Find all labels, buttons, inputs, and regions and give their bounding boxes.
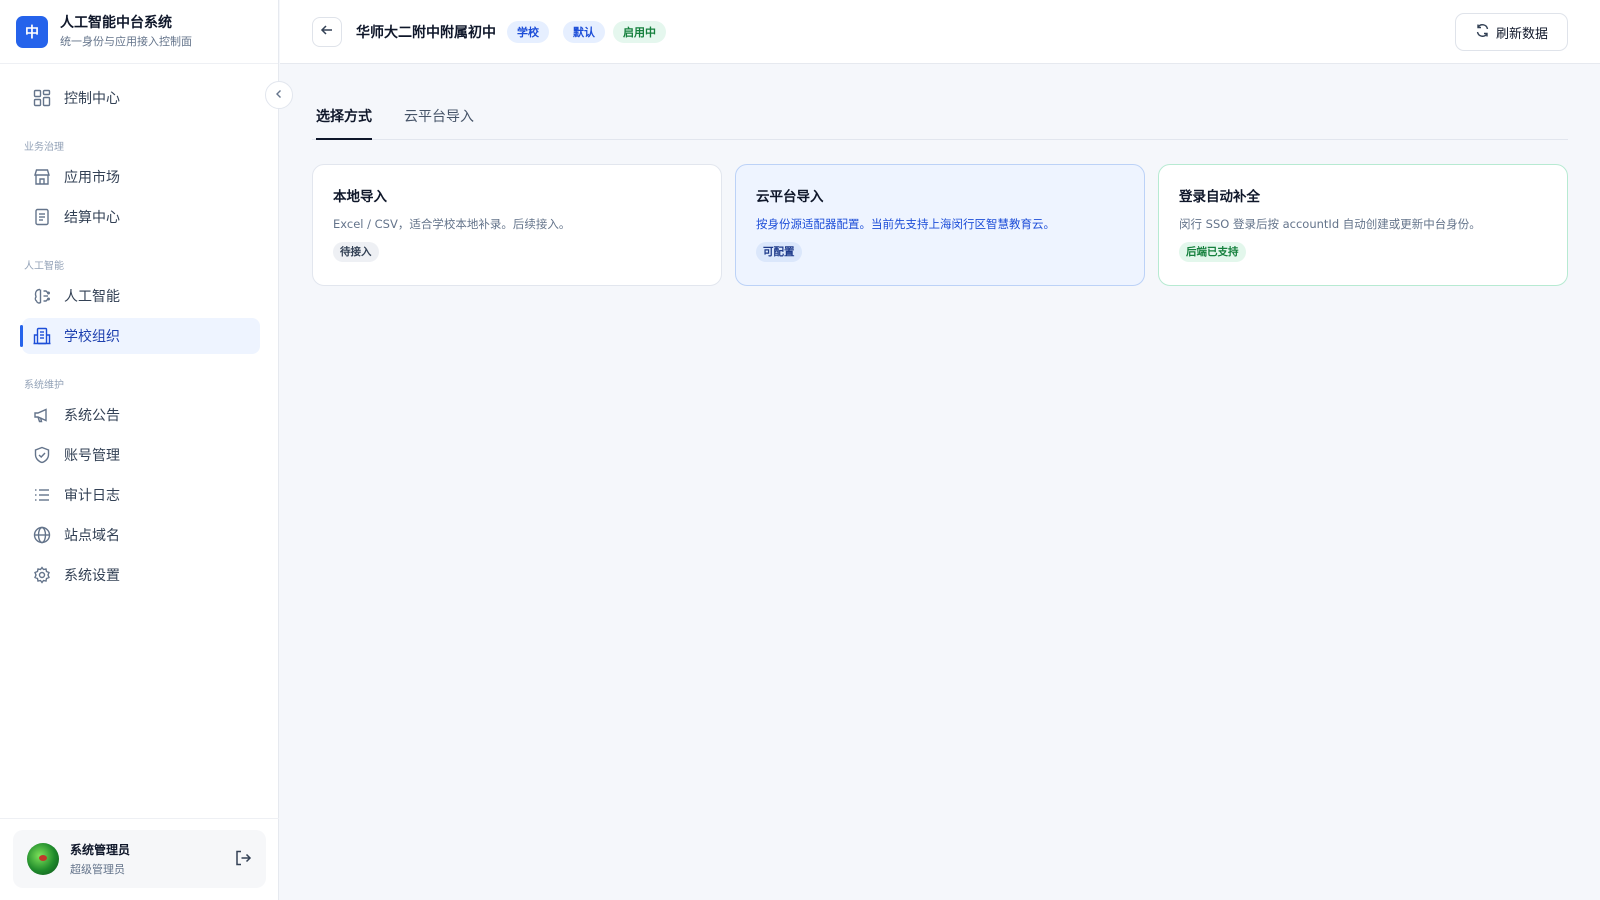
sidebar-item-label: 学校组织 <box>64 329 120 345</box>
building-icon <box>32 326 52 346</box>
shield-icon <box>32 445 52 465</box>
card-description: 按身份源适配器配置。当前先支持上海闵行区智慧教育云。 <box>756 217 1055 231</box>
nav-group-business: 业务治理 <box>24 142 64 153</box>
sidebar-divider <box>0 818 279 819</box>
avatar[interactable] <box>27 843 59 875</box>
sidebar-item-label: 审计日志 <box>64 488 120 504</box>
user-text: 系统管理员 超级管理员 <box>70 841 130 877</box>
sidebar-item-label: 控制中心 <box>64 91 120 107</box>
card-status-tag: 待接入 <box>333 242 379 262</box>
sidebar-item-settings[interactable]: 系统设置 <box>22 557 260 593</box>
user-card: 系统管理员 超级管理员 <box>13 830 266 888</box>
topbar: 华师大二附中附属初中 学校 默认 启用中 刷新数据 <box>280 0 1600 64</box>
card-status-tag: 后端已支持 <box>1179 242 1246 262</box>
brain-icon <box>32 286 52 306</box>
app-subtitle: 统一身份与应用接入控制面 <box>60 35 192 48</box>
megaphone-icon <box>32 405 52 425</box>
card-local-import[interactable]: 本地导入 Excel / CSV，适合学校本地补录。后续接入。 待接入 <box>312 164 722 286</box>
sidebar-item-label: 系统设置 <box>64 568 120 584</box>
app-title: 人工智能中台系统 <box>60 15 172 31</box>
tab-bar: 选择方式 云平台导入 <box>312 100 1568 140</box>
sidebar-item-school-org[interactable]: 学校组织 <box>20 318 260 354</box>
sidebar-item-accounts[interactable]: 账号管理 <box>22 437 260 473</box>
card-description: 闵行 SSO 登录后按 accountId 自动创建或更新中台身份。 <box>1179 217 1481 231</box>
type-badge: 学校 <box>507 21 549 43</box>
card-title: 本地导入 <box>333 189 387 205</box>
sidebar: 中 人工智能中台系统 统一身份与应用接入控制面 控制中心 业务治理 应用市场 结… <box>0 0 279 900</box>
card-title: 云平台导入 <box>756 189 824 205</box>
globe-icon <box>32 525 52 545</box>
chevron-left-icon <box>274 87 284 103</box>
card-title: 登录自动补全 <box>1179 189 1260 205</box>
sidebar-item-announcements[interactable]: 系统公告 <box>22 397 260 433</box>
sidebar-item-label: 结算中心 <box>64 210 120 226</box>
document-icon <box>32 207 52 227</box>
card-auto-complete[interactable]: 登录自动补全 闵行 SSO 登录后按 accountId 自动创建或更新中台身份… <box>1158 164 1568 286</box>
default-badge: 默认 <box>563 21 605 43</box>
card-description: Excel / CSV，适合学校本地补录。后续接入。 <box>333 217 571 231</box>
user-role: 超级管理员 <box>70 863 125 876</box>
tab-cloud-import[interactable]: 云平台导入 <box>404 106 474 140</box>
back-button[interactable] <box>312 17 342 47</box>
sidebar-item-billing[interactable]: 结算中心 <box>22 199 260 235</box>
refresh-icon <box>1475 23 1490 42</box>
user-name: 系统管理员 <box>70 843 131 857</box>
sidebar-item-app-market[interactable]: 应用市场 <box>22 159 260 195</box>
collapse-sidebar-button[interactable] <box>265 81 293 109</box>
brand-logo: 中 <box>16 15 48 48</box>
gear-icon <box>32 565 52 585</box>
sidebar-item-label: 人工智能 <box>64 289 120 305</box>
sidebar-item-ai[interactable]: 人工智能 <box>22 278 260 314</box>
dashboard-icon <box>32 88 52 108</box>
page-title: 华师大二附中附属初中 <box>356 25 496 41</box>
arrow-left-icon <box>320 23 334 41</box>
brand-text: 人工智能中台系统 统一身份与应用接入控制面 <box>60 14 192 49</box>
sidebar-item-label: 系统公告 <box>64 408 120 424</box>
tab-select-method[interactable]: 选择方式 <box>316 106 372 140</box>
store-icon <box>32 167 52 187</box>
card-status-tag: 可配置 <box>756 242 802 262</box>
nav-group-ai: 人工智能 <box>24 261 64 272</box>
sidebar-item-audit-log[interactable]: 审计日志 <box>22 477 260 513</box>
status-badge: 启用中 <box>613 21 666 43</box>
refresh-label: 刷新数据 <box>1495 26 1548 42</box>
list-icon <box>32 485 52 505</box>
brand: 中 人工智能中台系统 统一身份与应用接入控制面 <box>0 0 278 64</box>
sidebar-item-label: 账号管理 <box>64 448 120 464</box>
sidebar-item-dashboard[interactable]: 控制中心 <box>22 80 260 116</box>
logout-icon[interactable] <box>234 849 254 869</box>
nav-group-system: 系统维护 <box>24 380 64 391</box>
refresh-button[interactable]: 刷新数据 <box>1455 13 1568 51</box>
sidebar-item-label: 站点域名 <box>64 528 120 544</box>
sidebar-item-label: 应用市场 <box>64 170 120 186</box>
sidebar-item-domains[interactable]: 站点域名 <box>22 517 260 553</box>
card-cloud-import[interactable]: 云平台导入 按身份源适配器配置。当前先支持上海闵行区智慧教育云。 可配置 <box>735 164 1145 286</box>
